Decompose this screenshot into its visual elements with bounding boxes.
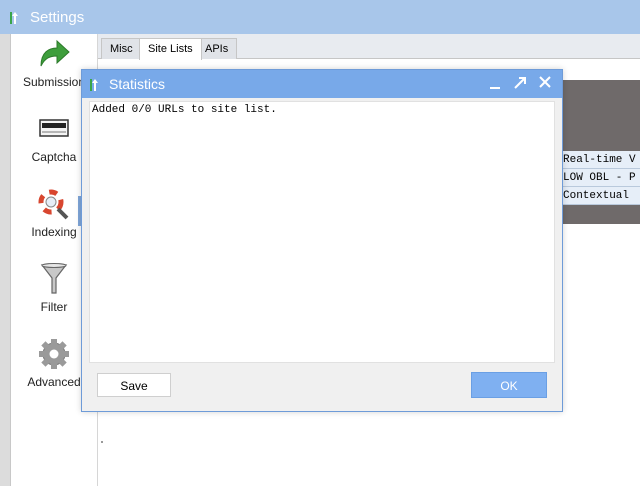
- app-logo-icon: [89, 78, 103, 92]
- statistics-text-area[interactable]: Added 0/0 URLs to site list.: [89, 101, 555, 363]
- minimize-button[interactable]: [482, 70, 508, 96]
- table-row[interactable]: LOW OBL - P: [560, 169, 640, 187]
- green-arrow-icon: [11, 38, 97, 70]
- window-title: Settings: [30, 9, 85, 26]
- tab-site-lists[interactable]: Site Lists: [139, 38, 202, 60]
- dialog-title: Statistics: [109, 76, 166, 92]
- maximize-button[interactable]: [507, 70, 533, 96]
- ok-button[interactable]: OK: [471, 372, 547, 398]
- close-button[interactable]: [532, 70, 558, 96]
- left-edge-strip: [0, 34, 11, 486]
- dialog-title-bar[interactable]: Statistics: [82, 70, 562, 98]
- statistics-message: Added 0/0 URLs to site list.: [92, 104, 277, 116]
- table-row[interactable]: Contextual: [560, 187, 640, 205]
- main-title-bar: Settings: [0, 0, 640, 34]
- divider-dot: [101, 441, 103, 443]
- app-logo-icon: [9, 11, 23, 25]
- table-row[interactable]: Real-time V: [560, 151, 640, 169]
- maximize-arrow-icon: [514, 77, 526, 89]
- statistics-dialog: Statistics Added 0/0 URLs to site list. …: [81, 69, 563, 412]
- minimize-icon: [490, 87, 500, 89]
- save-button[interactable]: Save: [97, 373, 171, 397]
- tab-apis[interactable]: APIs: [196, 38, 238, 59]
- close-icon: [539, 76, 551, 88]
- tab-misc[interactable]: Misc: [101, 38, 142, 59]
